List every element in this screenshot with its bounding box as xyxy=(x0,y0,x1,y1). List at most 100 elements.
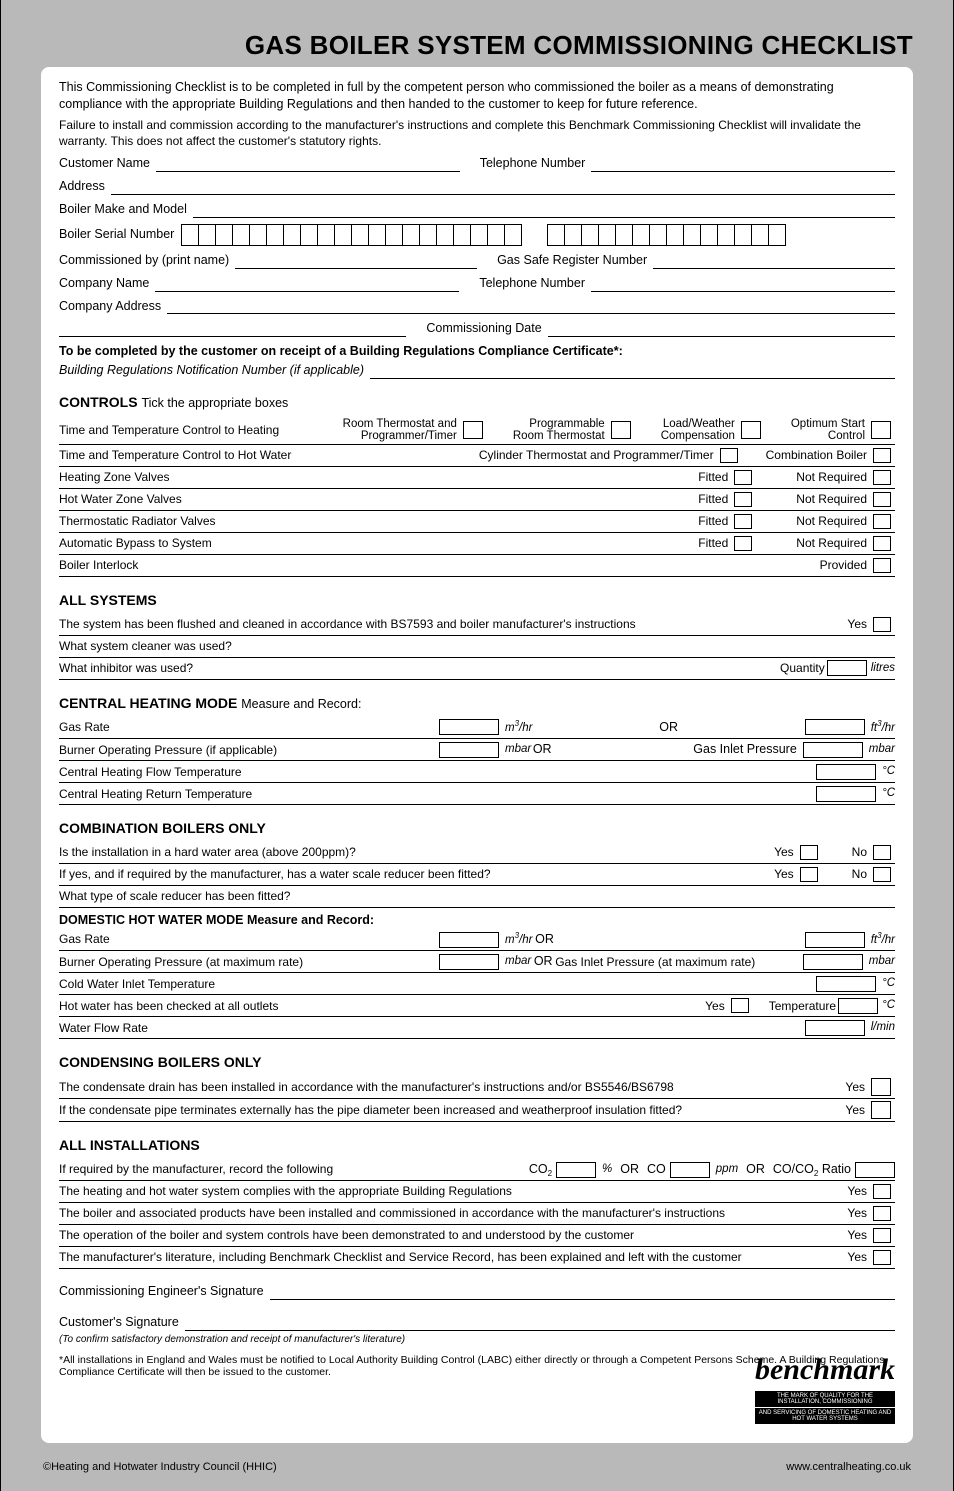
ck-hwchecked[interactable] xyxy=(731,998,749,1013)
benchmark-sub2: AND SERVICING OF DOMESTIC HEATING AND HO… xyxy=(755,1408,895,1424)
row-dhw-bop: Burner Operating Pressure (at maximum ra… xyxy=(59,951,895,973)
lbl-hzv: Heating Zone Valves xyxy=(59,469,698,485)
input-quantity[interactable] xyxy=(827,660,867,676)
input-comm-date[interactable] xyxy=(548,323,895,337)
ck-cond-ext[interactable] xyxy=(871,1101,891,1119)
lbl-quantity: Quantity xyxy=(780,660,825,676)
lbl-flushed: The system has been flushed and cleaned … xyxy=(59,616,847,632)
row-record: If required by the manufacturer, record … xyxy=(59,1159,895,1181)
input-gip[interactable] xyxy=(803,742,863,758)
row-trv: Thermostatic Radiator Valves Fitted Not … xyxy=(59,511,895,533)
row-demo: The operation of the boiler and system c… xyxy=(59,1225,895,1247)
ck-abs-nr[interactable] xyxy=(873,536,891,551)
lbl-cust-sig: Customer's Signature xyxy=(59,1314,179,1331)
ck-trv-fitted[interactable] xyxy=(734,514,752,529)
lbl-scale-type: What type of scale reducer has been fitt… xyxy=(59,888,290,904)
unit-c1: °C xyxy=(880,764,895,780)
input-customer-name[interactable] xyxy=(156,158,460,172)
input-bop[interactable] xyxy=(439,742,499,758)
ck-opt4[interactable] xyxy=(871,421,891,439)
input-eng-sig[interactable] xyxy=(270,1286,895,1300)
input-hw-temp[interactable] xyxy=(838,998,878,1014)
input-company-tel[interactable] xyxy=(591,278,895,292)
lbl-ctpt: Cylinder Thermostat and Programmer/Timer xyxy=(479,447,714,463)
ck-hard-no[interactable] xyxy=(873,845,891,860)
input-gasrate-ft3[interactable] xyxy=(805,719,865,735)
ck-hwzv-fitted[interactable] xyxy=(734,492,752,507)
row-abs: Automatic Bypass to System Fitted Not Re… xyxy=(59,533,895,555)
input-company-address2[interactable] xyxy=(59,323,406,337)
input-chrt[interactable] xyxy=(816,786,876,802)
input-ratio[interactable] xyxy=(855,1162,895,1178)
input-wfr[interactable] xyxy=(805,1020,865,1036)
ck-ctpt[interactable] xyxy=(720,448,738,463)
row-interlock: Boiler Interlock Provided xyxy=(59,555,895,577)
input-co2[interactable] xyxy=(556,1162,596,1178)
ck-scale-no[interactable] xyxy=(873,867,891,882)
ck-hzv-nr[interactable] xyxy=(873,470,891,485)
ck-demo[interactable] xyxy=(873,1228,891,1243)
ck-cond-drain[interactable] xyxy=(871,1078,891,1096)
row-wfr: Water Flow Rate l/min xyxy=(59,1017,895,1039)
lbl-lit: The manufacturer's literature, including… xyxy=(59,1249,847,1265)
ck-hwzv-nr[interactable] xyxy=(873,492,891,507)
row-complies: The heating and hot water system complie… xyxy=(59,1181,895,1203)
lbl-bop: Burner Operating Pressure (if applicable… xyxy=(59,742,439,758)
input-dhw-bop[interactable] xyxy=(439,954,499,970)
input-make-model[interactable] xyxy=(193,204,895,218)
input-company-address[interactable] xyxy=(167,300,895,314)
unit-m3hr: m3/hr xyxy=(503,719,532,736)
input-brnn[interactable] xyxy=(370,365,895,379)
input-dhw-gasrate-ft3[interactable] xyxy=(805,932,865,948)
row-company-address: Company Address xyxy=(59,298,895,315)
lbl-company-name: Company Name xyxy=(59,275,149,292)
lbl-interlock: Boiler Interlock xyxy=(59,557,820,573)
ck-abs-fitted[interactable] xyxy=(734,536,752,551)
opt-optimum-start: Optimum StartControl xyxy=(791,418,895,442)
input-address[interactable] xyxy=(111,181,895,195)
ck-hzv-fitted[interactable] xyxy=(734,470,752,485)
ck-lit[interactable] xyxy=(873,1250,891,1265)
row-cleaner: What system cleaner was used? xyxy=(59,636,895,658)
ck-complies[interactable] xyxy=(873,1184,891,1199)
allinst-heading: ALL INSTALLATIONS xyxy=(59,1136,895,1155)
ck-trv-nr[interactable] xyxy=(873,514,891,529)
combi-heading: COMBINATION BOILERS ONLY xyxy=(59,819,895,838)
lbl-address: Address xyxy=(59,178,105,195)
ck-interlock[interactable] xyxy=(873,558,891,573)
row-bop: Burner Operating Pressure (if applicable… xyxy=(59,739,895,761)
row-gas-rate: Gas Rate m3/hr OR ft3/hr xyxy=(59,717,895,739)
input-chft[interactable] xyxy=(816,764,876,780)
allsystems-heading: ALL SYSTEMS xyxy=(59,591,895,610)
input-gassafe[interactable] xyxy=(653,255,895,269)
input-co[interactable] xyxy=(670,1162,710,1178)
serial-boxes-1[interactable] xyxy=(182,224,522,246)
ck-scale-yes[interactable] xyxy=(800,867,818,882)
input-company-name[interactable] xyxy=(155,278,459,292)
lbl-ttc-hw: Time and Temperature Control to Hot Wate… xyxy=(59,447,479,463)
serial-boxes-2[interactable] xyxy=(548,224,786,246)
lbl-demo: The operation of the boiler and system c… xyxy=(59,1227,847,1243)
row-cond-drain: The condensate drain has been installed … xyxy=(59,1076,895,1099)
input-cwit[interactable] xyxy=(816,976,876,992)
input-telephone[interactable] xyxy=(591,158,895,172)
row-company-address2: Commissioning Date xyxy=(59,320,895,337)
input-gasrate-m3[interactable] xyxy=(439,719,499,735)
lbl-dhw-gasrate: Gas Rate xyxy=(59,931,439,947)
footer-right: www.centralheating.co.uk xyxy=(786,1461,911,1473)
input-dhw-gip[interactable] xyxy=(803,954,863,970)
ck-installed[interactable] xyxy=(873,1206,891,1221)
ck-comb-boiler[interactable] xyxy=(873,448,891,463)
ck-opt2[interactable] xyxy=(611,421,631,439)
ck-opt3[interactable] xyxy=(741,421,761,439)
ck-opt1[interactable] xyxy=(463,421,483,439)
lbl-record: If required by the manufacturer, record … xyxy=(59,1161,333,1177)
ck-flushed[interactable] xyxy=(873,617,891,632)
footer-left: ©Heating and Hotwater Industry Council (… xyxy=(43,1461,277,1473)
ck-hard-yes[interactable] xyxy=(800,845,818,860)
input-dhw-gasrate-m3[interactable] xyxy=(439,932,499,948)
ttc-heating-options: Room Thermostat andProgrammer/Timer Prog… xyxy=(343,418,895,442)
opt-room-thermostat: Room Thermostat andProgrammer/Timer xyxy=(343,418,487,442)
input-commissioned-by[interactable] xyxy=(235,255,477,269)
lbl-tobe-completed: To be completed by the customer on recei… xyxy=(59,343,895,360)
